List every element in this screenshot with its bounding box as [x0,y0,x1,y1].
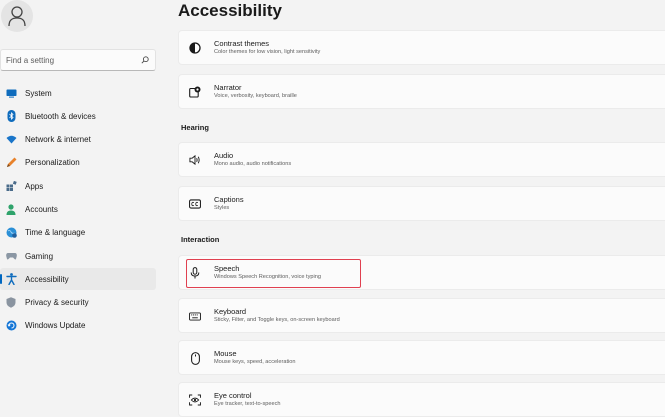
eye-control-icon [189,394,201,406]
keyboard-icon [189,310,201,322]
search-icon[interactable] [141,56,149,64]
card-subtitle: Windows Speech Recognition, voice typing [214,274,321,280]
setting-card-speech[interactable]: Speech Windows Speech Recognition, voice… [178,255,665,290]
sidebar-item-network[interactable]: Network & internet [0,129,156,151]
mouse-icon [189,351,201,365]
speaker-icon [189,154,201,166]
sidebar-item-label: Privacy & security [25,298,89,308]
search-box[interactable] [0,49,156,71]
card-subtitle: Color themes for low vision, light sensi… [214,49,321,55]
setting-card-eye-control[interactable]: Eye control Eye tracker, text-to-speech [178,382,665,417]
setting-card-narrator[interactable]: Narrator Voice, verbosity, keyboard, bra… [178,74,665,109]
sidebar-item-label: Accounts [25,204,58,214]
search-input[interactable] [6,55,141,65]
microphone-icon [189,267,201,279]
sidebar-nav: System Bluetooth & devices Network & int… [0,82,156,338]
card-subtitle: Eye tracker, text-to-speech [214,401,281,407]
pen-icon [5,157,17,169]
narrator-icon [189,86,201,98]
section-header-interaction: Interaction [181,235,220,244]
section-header-hearing: Hearing [181,123,209,132]
card-subtitle: Sticky, Filter, and Toggle keys, on-scre… [214,317,340,323]
sidebar-item-time-language[interactable]: Time & language [0,222,156,244]
apps-icon [5,180,17,192]
card-title: Eye control [214,391,252,400]
accessibility-icon [5,273,17,286]
account-icon [5,203,17,215]
card-subtitle: Voice, verbosity, keyboard, braille [214,93,297,99]
card-title: Contrast themes [214,39,270,48]
gamepad-icon [5,250,17,262]
globe-clock-icon [5,227,17,239]
captions-icon [189,198,201,210]
setting-card-mouse[interactable]: Mouse Mouse keys, speed, acceleration [178,340,665,375]
sidebar-item-bluetooth[interactable]: Bluetooth & devices [0,105,156,127]
card-title: Audio [214,151,234,160]
sidebar: System Bluetooth & devices Network & int… [0,0,165,416]
sidebar-item-gaming[interactable]: Gaming [0,245,156,267]
setting-card-keyboard[interactable]: Keyboard Sticky, Filter, and Toggle keys… [178,298,665,333]
card-subtitle: Styles [214,205,230,211]
main-content: Accessibility Contrast themes Color them… [178,0,665,417]
page-title: Accessibility [178,1,282,20]
sidebar-item-windows-update[interactable]: Windows Update [0,315,156,337]
card-title: Mouse [214,349,237,358]
wifi-icon [5,134,17,146]
sidebar-item-accessibility[interactable]: Accessibility [0,268,156,291]
bluetooth-icon [5,110,17,123]
user-icon [8,6,26,27]
card-title: Narrator [214,83,242,92]
setting-card-audio[interactable]: Audio Mono audio, audio notifications [178,142,665,177]
sidebar-item-personalization[interactable]: Personalization [0,152,156,174]
card-title: Captions [214,195,244,204]
avatar[interactable] [1,0,33,32]
setting-card-contrast-themes[interactable]: Contrast themes Color themes for low vis… [178,30,665,65]
sidebar-item-label: Apps [25,181,44,191]
sidebar-item-privacy[interactable]: Privacy & security [0,292,156,314]
sidebar-item-label: Time & language [25,228,86,238]
card-subtitle: Mono audio, audio notifications [214,161,292,167]
sidebar-item-label: System [25,88,52,98]
sidebar-item-system[interactable]: System [0,82,156,104]
sidebar-item-label: Personalization [25,158,80,168]
setting-card-captions[interactable]: Captions Styles [178,186,665,221]
monitor-icon [5,87,17,99]
update-icon [5,320,17,332]
sidebar-item-label: Windows Update [25,321,86,331]
contrast-icon [189,42,201,54]
sidebar-item-label: Gaming [25,251,54,261]
card-subtitle: Mouse keys, speed, acceleration [214,359,296,365]
sidebar-item-label: Accessibility [25,274,69,284]
card-title: Speech [214,264,240,273]
sidebar-item-accounts[interactable]: Accounts [0,198,156,220]
sidebar-item-label: Bluetooth & devices [25,111,96,121]
card-title: Keyboard [214,307,247,316]
sidebar-item-label: Network & internet [25,135,91,145]
sidebar-item-apps[interactable]: Apps [0,175,156,197]
shield-icon [5,297,17,309]
